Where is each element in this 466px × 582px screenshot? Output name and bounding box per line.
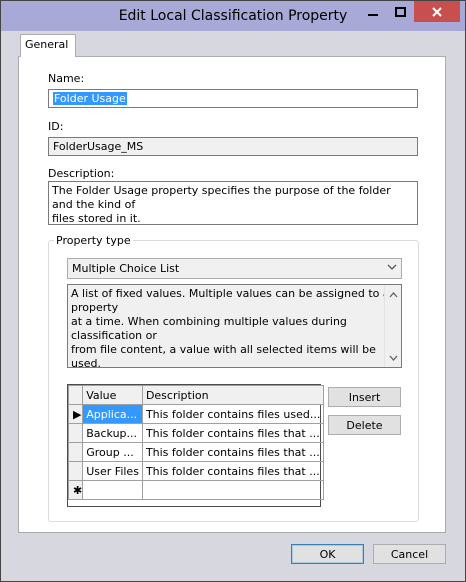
table-row[interactable]: User Files This folder contains files th… xyxy=(67,461,325,481)
grid-header-row: Value Description xyxy=(67,385,325,405)
name-label: Name: xyxy=(48,72,85,85)
chevron-down-icon xyxy=(387,262,397,275)
description-cell[interactable] xyxy=(141,480,325,500)
description-cell[interactable]: This folder contains files that ... xyxy=(141,442,325,462)
description-field[interactable]: The Folder Usage property specifies the … xyxy=(48,181,418,225)
title-bar[interactable]: Edit Local Classification Property xyxy=(1,1,465,31)
ok-button[interactable]: OK xyxy=(291,544,364,564)
row-header[interactable] xyxy=(67,423,84,443)
description-label: Description: xyxy=(48,167,115,180)
minimize-button[interactable] xyxy=(359,1,386,22)
name-field[interactable]: Folder Usage xyxy=(48,89,418,108)
row-header[interactable] xyxy=(67,461,84,481)
property-type-selected: Multiple Choice List xyxy=(72,262,180,275)
table-row[interactable]: ▶ Applica... This folder contains files … xyxy=(67,404,325,424)
scroll-down-button[interactable] xyxy=(385,349,401,366)
new-row[interactable]: ✱ xyxy=(67,480,325,500)
row-pointer-icon: ▶ xyxy=(67,404,84,424)
column-header-description[interactable]: Description xyxy=(141,385,325,405)
scroll-up-icon xyxy=(389,291,397,297)
column-header-value[interactable]: Value xyxy=(82,385,143,405)
value-cell[interactable]: User Files xyxy=(82,461,143,481)
description-cell[interactable]: This folder contains files that ... xyxy=(141,461,325,481)
value-cell[interactable]: Backup... xyxy=(82,423,143,443)
insert-button[interactable]: Insert xyxy=(328,387,401,407)
scroll-down-icon xyxy=(389,355,397,361)
description-line-1: The Folder Usage property specifies the … xyxy=(52,184,391,211)
scroll-up-button[interactable] xyxy=(385,286,401,303)
dialog-window: Edit Local Classification Property Gener… xyxy=(0,0,466,582)
minimize-icon xyxy=(367,13,378,16)
maximize-icon xyxy=(395,6,406,17)
help-scrollbar[interactable] xyxy=(384,285,401,367)
close-icon xyxy=(432,6,442,17)
table-row[interactable]: Group ... This folder contains files tha… xyxy=(67,442,325,462)
delete-button[interactable]: Delete xyxy=(328,415,401,435)
row-header[interactable] xyxy=(67,442,84,462)
help-line-2: at a time. When combining multiple value… xyxy=(71,315,347,342)
close-button[interactable] xyxy=(414,1,460,22)
id-label: ID: xyxy=(48,120,64,133)
description-line-2: files stored in it. xyxy=(52,212,141,225)
description-cell[interactable]: This folder contains files used... xyxy=(141,404,325,424)
help-line-1: A list of fixed values. Multiple values … xyxy=(71,287,390,314)
table-row[interactable]: Backup... This folder contains files tha… xyxy=(67,423,325,443)
values-table: Value Description ▶ Applica... This fold… xyxy=(67,385,325,500)
general-tab-panel: Name: Folder Usage ID: FolderUsage_MS De… xyxy=(18,56,446,533)
tab-general[interactable]: General xyxy=(20,34,76,57)
property-type-select[interactable]: Multiple Choice List xyxy=(67,258,402,279)
maximize-button[interactable] xyxy=(387,1,414,22)
cancel-button[interactable]: Cancel xyxy=(373,544,446,564)
grid-corner-header xyxy=(67,385,84,405)
value-cell[interactable]: Group ... xyxy=(82,442,143,462)
name-value: Folder Usage xyxy=(53,92,127,105)
value-cell[interactable]: Applica... xyxy=(82,404,143,424)
help-line-3: from file content, a value with all sele… xyxy=(71,343,376,370)
values-grid[interactable]: Value Description ▶ Applica... This fold… xyxy=(67,384,325,507)
new-row-asterisk-icon: ✱ xyxy=(67,480,84,500)
value-cell[interactable] xyxy=(82,480,143,500)
property-type-group-label: Property type xyxy=(54,234,133,247)
description-cell[interactable]: This folder contains files that ... xyxy=(141,423,325,443)
property-type-help: A list of fixed values. Multiple values … xyxy=(67,284,402,370)
id-field: FolderUsage_MS xyxy=(48,137,418,156)
